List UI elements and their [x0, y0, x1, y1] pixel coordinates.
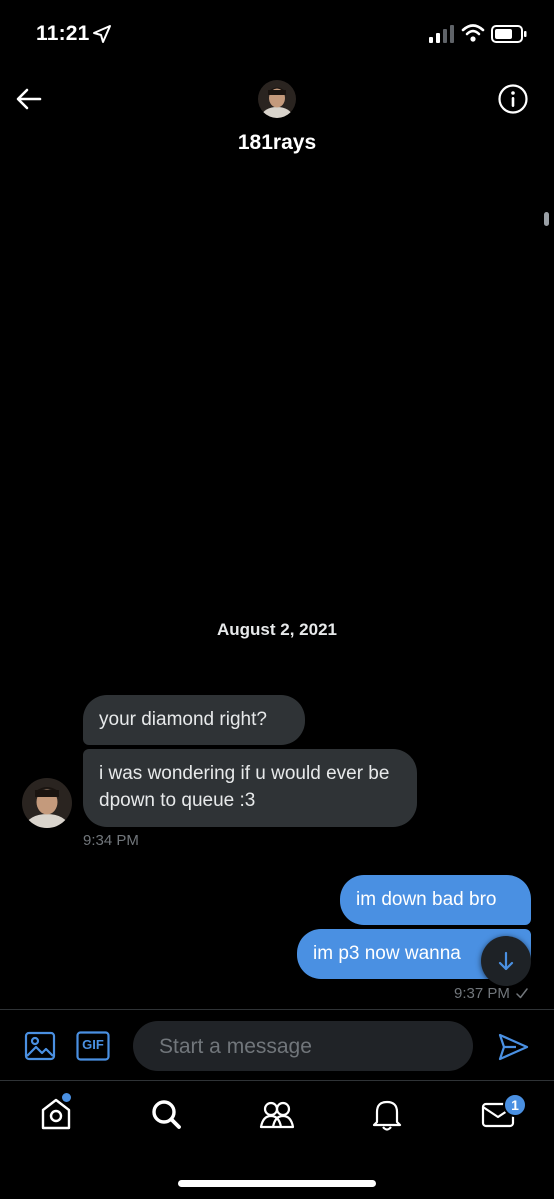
profile-photo — [22, 778, 72, 828]
new-content-dot — [62, 1093, 71, 1102]
home-indicator[interactable] — [178, 1180, 376, 1187]
gif-button[interactable]: GIF — [76, 1031, 110, 1061]
location-arrow-icon — [93, 25, 111, 43]
arrow-left-icon[interactable] — [14, 84, 44, 114]
info-circle-icon[interactable] — [497, 83, 529, 115]
incoming-message[interactable]: i was wondering if u would ever be dpown… — [83, 749, 417, 827]
message-input[interactable] — [157, 1021, 461, 1073]
avatar[interactable] — [258, 80, 296, 118]
search-icon[interactable] — [146, 1094, 186, 1134]
scroll-to-bottom-button[interactable] — [481, 936, 531, 986]
conversation-title[interactable]: 181rays — [0, 131, 554, 155]
incoming-message[interactable]: your diamond right? — [83, 695, 305, 745]
profile-photo — [258, 80, 296, 118]
date-separator: August 2, 2021 — [217, 620, 337, 639]
sender-avatar[interactable] — [22, 778, 72, 828]
message-composer[interactable] — [133, 1021, 473, 1073]
battery-icon — [491, 25, 527, 43]
gif-label: GIF — [82, 1037, 104, 1052]
divider — [0, 1009, 554, 1010]
outgoing-message[interactable]: im down bad bro — [340, 875, 531, 925]
sent-check-icon — [516, 988, 528, 999]
unread-badge: 1 — [503, 1093, 527, 1117]
scrollbar[interactable] — [544, 212, 549, 226]
image-icon[interactable] — [24, 1030, 56, 1062]
divider — [0, 1080, 554, 1081]
message-timestamp: 9:34 PM — [83, 832, 139, 849]
arrow-down-icon — [498, 951, 514, 971]
message-timestamp: 9:37 PM — [454, 985, 510, 1002]
notifications-icon[interactable] — [367, 1094, 407, 1134]
communities-icon[interactable] — [257, 1094, 297, 1134]
wifi-icon — [461, 24, 485, 42]
cellular-signal-icon — [429, 25, 454, 43]
send-icon[interactable] — [496, 1030, 530, 1064]
status-time: 11:21 — [36, 22, 90, 45]
